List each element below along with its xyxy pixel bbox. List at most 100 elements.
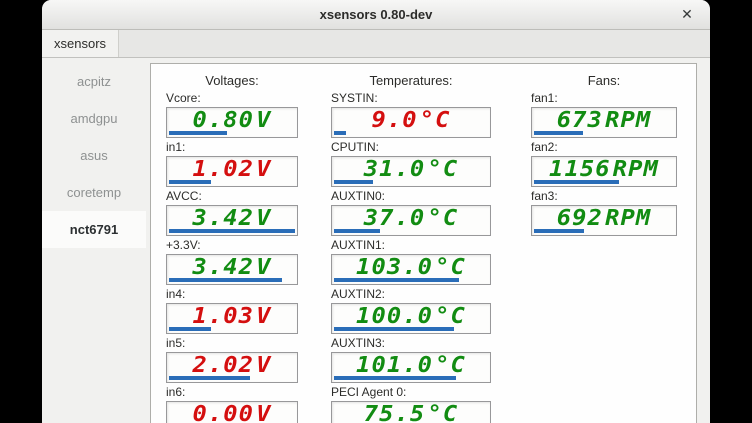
lcd-display: 1.03V xyxy=(166,303,298,334)
progress-fill xyxy=(169,278,282,282)
progress-track xyxy=(534,229,674,233)
progress-track xyxy=(334,180,488,184)
lcd-value: 75.5 xyxy=(364,404,426,423)
progress-track xyxy=(334,327,488,331)
column-header-voltages: Voltages: xyxy=(166,73,298,89)
sensor-in6: in6:0.00V xyxy=(166,385,298,423)
sensor-label: in1: xyxy=(166,140,298,155)
lcd-display: 31.0°C xyxy=(331,156,491,187)
progress-track xyxy=(334,131,488,135)
progress-track xyxy=(169,229,295,233)
progress-fill xyxy=(169,327,211,331)
sensor-auxtin3: AUXTIN3:101.0°C xyxy=(331,336,491,383)
sidebar-item-amdgpu[interactable]: amdgpu xyxy=(42,100,146,137)
column-fans: Fans:fan1:673RPMfan2:1156RPMfan3:692RPM xyxy=(531,73,677,238)
progress-fill xyxy=(169,180,211,184)
close-button[interactable]: ✕ xyxy=(674,0,700,29)
lcd-value: 100.0 xyxy=(356,306,433,328)
sensor-label: Vcore: xyxy=(166,91,298,106)
lcd-display: 692RPM xyxy=(531,205,677,236)
tab-xsensors[interactable]: xsensors xyxy=(42,30,119,57)
sensor-cputin: CPUTIN:31.0°C xyxy=(331,140,491,187)
lcd-value: 673 xyxy=(557,110,603,132)
lcd-value: 37.0 xyxy=(364,208,426,230)
lcd-unit: °C xyxy=(427,208,458,230)
lcd-value: 31.0 xyxy=(364,159,426,181)
sensor-label: fan1: xyxy=(531,91,677,106)
lcd-unit: RPM xyxy=(605,208,651,230)
sensor-in1: in1:1.02V xyxy=(166,140,298,187)
sensor-label: AUXTIN2: xyxy=(331,287,491,302)
progress-fill xyxy=(334,376,456,380)
lcd-unit: RPM xyxy=(605,110,651,132)
progress-fill xyxy=(334,131,346,135)
sidebar-item-acpitz[interactable]: acpitz xyxy=(42,63,146,100)
sensors-panel: Voltages:Vcore:0.80Vin1:1.02VAVCC:3.42V+… xyxy=(150,63,697,423)
sensor-in4: in4:1.03V xyxy=(166,287,298,334)
sensor-label: in5: xyxy=(166,336,298,351)
progress-track xyxy=(169,180,295,184)
tab-label: xsensors xyxy=(54,36,106,51)
lcd-display: 1.02V xyxy=(166,156,298,187)
close-icon: ✕ xyxy=(681,6,693,23)
lcd-unit: °C xyxy=(420,110,451,132)
content-area: acpitzamdgpuasuscoretempnct6791 Voltages… xyxy=(42,58,710,423)
column-header-fans: Fans: xyxy=(531,73,677,89)
lcd-readout: 2.02V xyxy=(162,353,302,378)
lcd-unit: °C xyxy=(435,257,466,279)
lcd-value: 692 xyxy=(557,208,603,230)
lcd-readout: 101.0°C xyxy=(326,353,497,378)
lcd-readout: 692RPM xyxy=(526,206,682,231)
lcd-unit: V xyxy=(256,306,271,328)
lcd-display: 37.0°C xyxy=(331,205,491,236)
sensor-vcore: Vcore:0.80V xyxy=(166,91,298,138)
sensor-label: in6: xyxy=(166,385,298,400)
progress-fill xyxy=(169,131,227,135)
lcd-display: 0.00V xyxy=(166,401,298,423)
lcd-display: 3.42V xyxy=(166,205,298,236)
lcd-unit: V xyxy=(256,257,271,279)
progress-track xyxy=(169,376,295,380)
sensor-peci-agent-0: PECI Agent 0:75.5°C xyxy=(331,385,491,423)
window-title: xsensors 0.80-dev xyxy=(320,7,433,22)
sidebar-item-asus[interactable]: asus xyxy=(42,137,146,174)
lcd-display: 673RPM xyxy=(531,107,677,138)
sidebar-item-coretemp[interactable]: coretemp xyxy=(42,174,146,211)
progress-fill xyxy=(334,229,380,233)
lcd-readout: 3.42V xyxy=(162,255,302,280)
sensor-auxtin2: AUXTIN2:100.0°C xyxy=(331,287,491,334)
progress-fill xyxy=(534,180,619,184)
lcd-value: 1.03 xyxy=(192,306,254,328)
sensor-label: AUXTIN3: xyxy=(331,336,491,351)
progress-track xyxy=(169,131,295,135)
lcd-unit: °C xyxy=(427,404,458,423)
lcd-value: 103.0 xyxy=(356,257,433,279)
screen: { "window": { "title": "xsensors 0.80-de… xyxy=(0,0,752,423)
sensor-fan2: fan2:1156RPM xyxy=(531,140,677,187)
lcd-unit: °C xyxy=(427,159,458,181)
progress-track xyxy=(534,131,674,135)
lcd-display: 101.0°C xyxy=(331,352,491,383)
lcd-value: 101.0 xyxy=(356,355,433,377)
column-header-temperatures: Temperatures: xyxy=(331,73,491,89)
lcd-readout: 1156RPM xyxy=(526,157,682,182)
sensor-label: PECI Agent 0: xyxy=(331,385,491,400)
progress-fill xyxy=(534,229,584,233)
lcd-readout: 31.0°C xyxy=(326,157,497,182)
lcd-unit: V xyxy=(256,208,271,230)
lcd-display: 0.80V xyxy=(166,107,298,138)
lcd-unit: RPM xyxy=(613,159,659,181)
sidebar-item-nct6791[interactable]: nct6791 xyxy=(42,211,146,248)
sensor-label: CPUTIN: xyxy=(331,140,491,155)
lcd-display: 3.42V xyxy=(166,254,298,285)
lcd-display: 1156RPM xyxy=(531,156,677,187)
progress-track xyxy=(169,327,295,331)
lcd-unit: V xyxy=(256,159,271,181)
column-temperatures: Temperatures:SYSTIN:9.0°CCPUTIN:31.0°CAU… xyxy=(331,73,491,423)
sensor-label: fan3: xyxy=(531,189,677,204)
lcd-value: 1.02 xyxy=(192,159,254,181)
lcd-display: 75.5°C xyxy=(331,401,491,423)
sensor-3-3v: +3.3V:3.42V xyxy=(166,238,298,285)
progress-track xyxy=(334,278,488,282)
titlebar[interactable]: xsensors 0.80-dev ✕ xyxy=(42,0,710,30)
